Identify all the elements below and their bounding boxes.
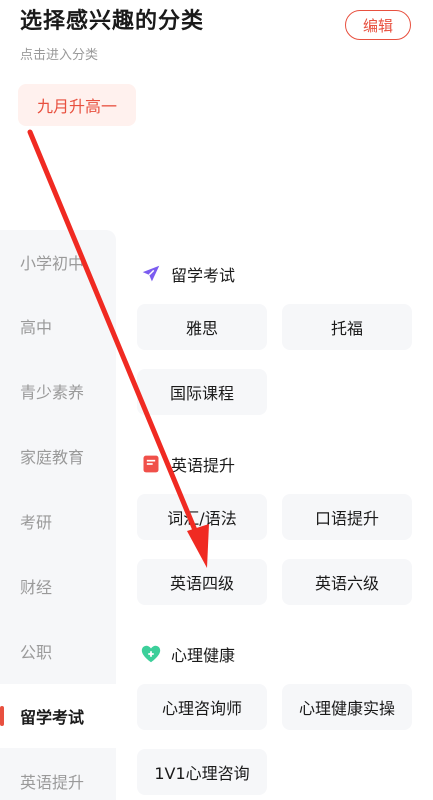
sidebar-item-postgraduate[interactable]: 考研: [0, 489, 116, 553]
sidebar-item-civil-service[interactable]: 公职: [0, 619, 116, 683]
category-chip-psych-counselor[interactable]: 心理咨询师: [137, 684, 267, 730]
book-icon: [140, 453, 162, 475]
sidebar-item-study-abroad[interactable]: 留学考试: [0, 684, 116, 748]
edit-button[interactable]: 编辑: [345, 10, 411, 40]
section-title-study-abroad: 留学考试: [140, 262, 235, 286]
airplane-icon: [140, 263, 162, 285]
category-sidebar: 小学初中 高中 青少素养 家庭教育 考研 财经 公职 留学考试 英语提升: [0, 230, 116, 800]
section-title-english: 英语提升: [140, 452, 235, 476]
category-chip-toefl[interactable]: 托福: [282, 304, 412, 350]
category-chip-cet6[interactable]: 英语六级: [282, 559, 412, 605]
category-chip-cet4[interactable]: 英语四级: [137, 559, 267, 605]
header: 选择感兴趣的分类 点击进入分类 编辑: [20, 6, 413, 63]
sidebar-item-high-school[interactable]: 高中: [0, 294, 116, 358]
category-chip-international-course[interactable]: 国际课程: [137, 369, 267, 415]
section-label: 心理健康: [171, 646, 236, 665]
category-chip-mental-practice[interactable]: 心理健康实操: [282, 684, 412, 730]
sidebar-item-youth-quality[interactable]: 青少素养: [0, 359, 116, 423]
section-label: 英语提升: [171, 456, 236, 475]
sidebar-item-english[interactable]: 英语提升: [0, 749, 116, 800]
sidebar-item-finance[interactable]: 财经: [0, 554, 116, 618]
heart-icon: [140, 643, 162, 665]
section-label: 留学考试: [171, 266, 236, 285]
category-chip-vocab-grammar[interactable]: 词汇/语法: [137, 494, 267, 540]
sidebar-item-family-education[interactable]: 家庭教育: [0, 424, 116, 488]
section-title-mental-health: 心理健康: [140, 642, 235, 666]
sidebar-item-primary-junior[interactable]: 小学初中: [0, 230, 116, 294]
page-subtitle: 点击进入分类: [20, 48, 99, 63]
category-page: 选择感兴趣的分类 点击进入分类 编辑 九月升高一 小学初中 高中 青少素养 家庭…: [0, 0, 433, 800]
category-chip-speaking[interactable]: 口语提升: [282, 494, 412, 540]
category-chip-1v1-counseling[interactable]: 1V1心理咨询: [137, 749, 267, 795]
category-chip-ielts[interactable]: 雅思: [137, 304, 267, 350]
selected-category-chip[interactable]: 九月升高一: [18, 84, 136, 126]
